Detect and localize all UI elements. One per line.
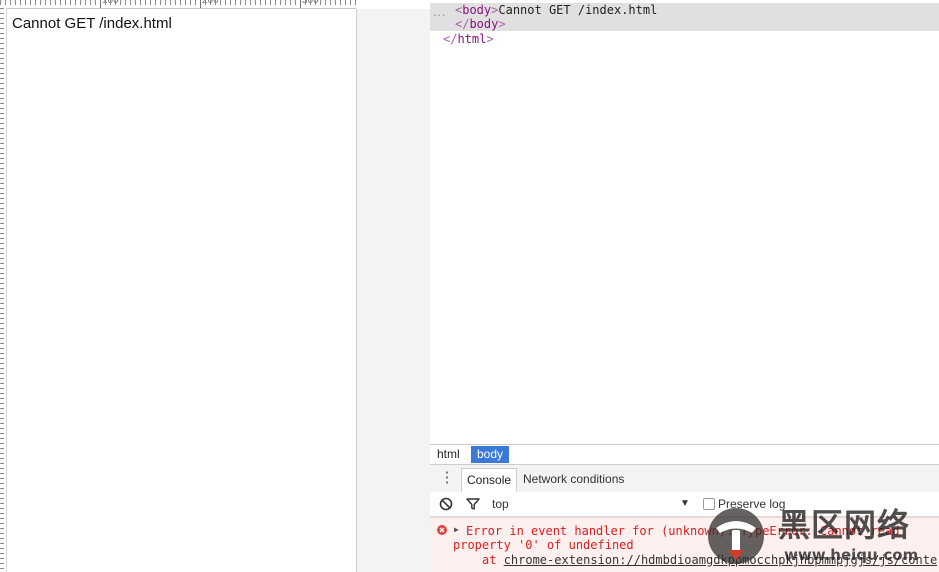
devtools-panel: ... <body>Cannot GET /index.html </body>… xyxy=(430,0,939,572)
page-body-text: Cannot GET /index.html xyxy=(12,15,172,32)
viewport-gutter xyxy=(356,9,431,572)
tree-line-body-open[interactable]: ... <body>Cannot GET /index.html xyxy=(430,3,939,19)
screen: 100 200 300 400 Cannot GET /index.html .… xyxy=(0,0,939,572)
tab-console[interactable]: Console xyxy=(461,468,518,492)
tag-close: </html> xyxy=(443,32,494,46)
breadcrumb-item-body[interactable]: body xyxy=(471,446,510,463)
error-message-line-2: property '0' of undefined xyxy=(453,538,634,552)
breadcrumb: html body xyxy=(430,444,939,464)
tag-open: <body> xyxy=(455,3,499,17)
watermark-title: 黑区网络 xyxy=(778,506,911,544)
horizontal-ruler: 100 200 300 400 xyxy=(0,0,356,9)
tag-close: </body> xyxy=(455,17,506,31)
tag-name: body xyxy=(469,17,499,31)
context-select[interactable]: top xyxy=(492,497,509,511)
expand-triangle-icon[interactable]: ▶ xyxy=(454,525,459,535)
ruler-label-200: 200 xyxy=(202,0,219,6)
ruler-label-300: 300 xyxy=(302,0,319,6)
tag-name: body xyxy=(462,3,492,17)
watermark: 黑区网络 www.heiqu.com xyxy=(706,504,939,572)
tag-name: html xyxy=(457,32,487,46)
vertical-ruler xyxy=(0,8,7,572)
drawer-tab-bar: ⋮ Console Network conditions xyxy=(430,464,939,493)
breadcrumb-item-html[interactable]: html xyxy=(431,446,466,463)
page-viewport: 100 200 300 400 Cannot GET /index.html xyxy=(0,0,356,572)
elements-tree[interactable]: ... <body>Cannot GET /index.html </body>… xyxy=(430,0,939,444)
tree-line-body-close[interactable]: </body> xyxy=(430,17,939,31)
filter-icon[interactable] xyxy=(466,497,480,511)
block-icon[interactable] xyxy=(439,497,453,511)
text-node: Cannot GET /index.html xyxy=(498,3,658,17)
tree-line-html-close[interactable]: </html> xyxy=(430,32,939,46)
stack-at-prefix: at xyxy=(482,553,504,567)
ruler-label-100: 100 xyxy=(102,0,119,6)
tab-network-conditions[interactable]: Network conditions xyxy=(518,468,629,490)
watermark-logo-icon xyxy=(708,508,764,564)
error-icon xyxy=(437,525,447,535)
watermark-url: www.heiqu.com xyxy=(784,546,919,564)
vertical-dots-icon[interactable]: ⋮ xyxy=(438,469,456,487)
dropdown-arrow-icon[interactable]: ▼ xyxy=(680,497,690,511)
